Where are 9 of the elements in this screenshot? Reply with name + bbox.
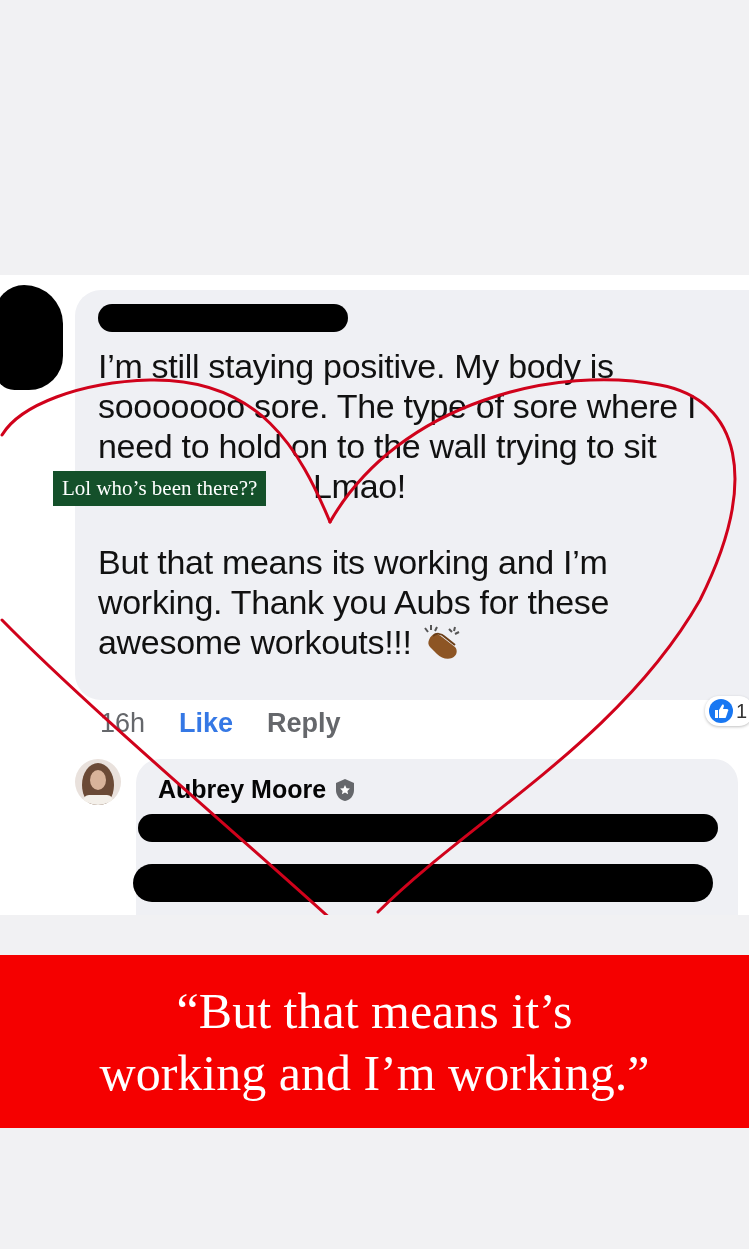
- comment-action-link[interactable]: Like: [179, 708, 234, 739]
- reaction-count: 1: [704, 696, 749, 726]
- shield-star-icon: [334, 777, 357, 802]
- thumbs-up-icon: [707, 698, 734, 724]
- comment-text: But that means its working and I’m working. Thank you Aubs for these awesome workouts!!!: [98, 542, 611, 662]
- quote-text: “But that means it’s: [176, 981, 573, 1041]
- quote-text: working and I’m working.”: [99, 1043, 650, 1103]
- comment-action-link[interactable]: Reply: [267, 708, 341, 739]
- caption-sticker: Lol who’s been there??: [53, 471, 267, 506]
